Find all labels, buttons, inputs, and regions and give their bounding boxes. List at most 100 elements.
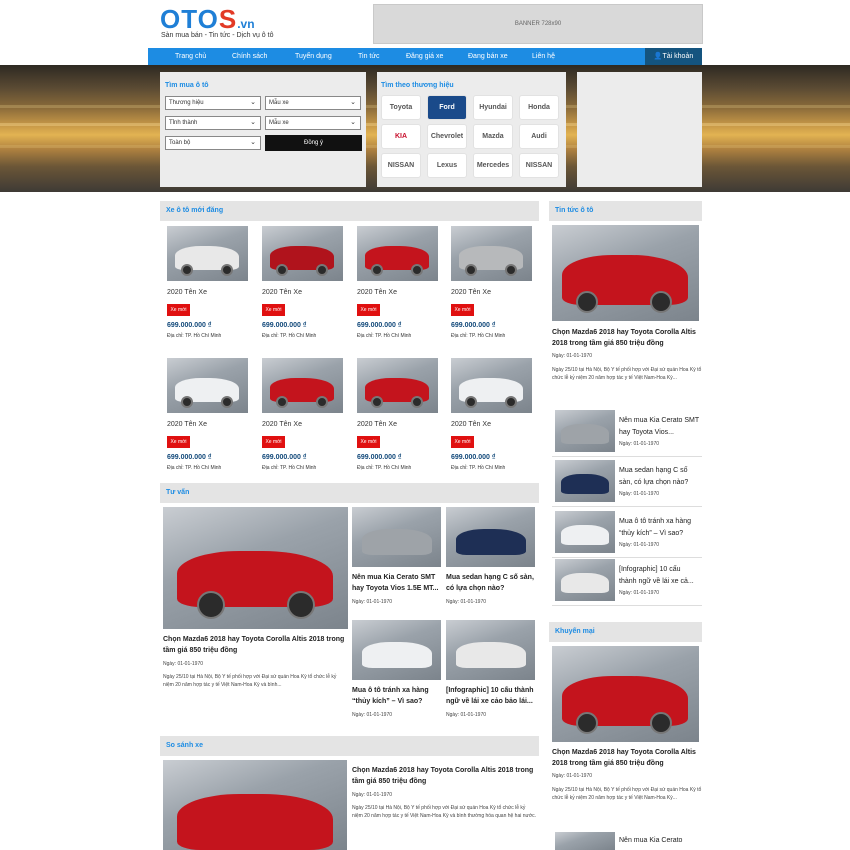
advice-item-date: Ngày: 01-01-1970 <box>352 712 393 718</box>
news-divider <box>552 506 702 507</box>
advice-item-image[interactable] <box>446 620 535 680</box>
brand-logo[interactable]: Toyota <box>381 95 421 120</box>
car-image[interactable] <box>262 358 343 413</box>
advice-item-title[interactable]: Mua ô tô tránh xa hàng “thủy kích” – Vì … <box>352 685 442 707</box>
nav-item[interactable]: Chính sách <box>232 48 267 65</box>
car-price: 699.000.000 ₫ <box>451 322 496 329</box>
news-item-title[interactable]: Mua ô tô tránh xa hàng “thủy kích” – Vì … <box>619 516 699 540</box>
wheel-shape <box>181 396 193 408</box>
new-badge: Xe mới <box>357 304 380 316</box>
car-image[interactable] <box>357 226 438 281</box>
new-badge: Xe mới <box>262 304 285 316</box>
promo-next-title[interactable]: Nên mua Kia Cerato <box>619 835 702 847</box>
advice-item-image[interactable] <box>352 620 441 680</box>
advice-item-image[interactable] <box>352 507 441 567</box>
scope-select[interactable]: Toàn bộ ⌄ <box>165 136 261 150</box>
compare-main-image[interactable] <box>163 760 347 850</box>
brand-logo[interactable]: Hyundai <box>473 95 513 120</box>
model-select[interactable]: Mẫu xe ⌄ <box>265 96 361 110</box>
wheel-shape <box>505 264 517 276</box>
car-body-shape <box>561 474 609 494</box>
car-price: 699.000.000 ₫ <box>357 454 402 461</box>
nav-item[interactable]: Trang chủ <box>175 48 206 65</box>
car-name[interactable]: 2020 Tên Xe <box>167 421 207 428</box>
car-image[interactable] <box>451 358 532 413</box>
news-item-title[interactable]: Mua sedan hạng C số sàn, có lựa chọn nào… <box>619 465 699 489</box>
car-name[interactable]: 2020 Tên Xe <box>262 289 302 296</box>
wheel-shape <box>221 396 233 408</box>
brand-logo[interactable]: NISSAN <box>381 153 421 178</box>
car-price: 699.000.000 ₫ <box>262 322 307 329</box>
news-item-image[interactable] <box>555 559 615 601</box>
model-select-2[interactable]: Mẫu xe ⌄ <box>265 116 361 130</box>
car-image[interactable] <box>262 226 343 281</box>
news-item-image[interactable] <box>555 511 615 553</box>
nav-item[interactable]: Tin tức <box>358 48 380 65</box>
account-button[interactable]: 👤Tài khoản <box>645 48 702 65</box>
news-main-image[interactable] <box>552 225 699 321</box>
news-item-date: Ngày: 01-01-1970 <box>619 542 660 548</box>
advice-item-title[interactable]: [Infographic] 10 cấu thành ngữ về lái xe… <box>446 685 536 707</box>
car-price: 699.000.000 ₫ <box>451 454 496 461</box>
wheel-shape <box>221 264 233 276</box>
site-logo[interactable]: OTOS.vn <box>160 4 255 35</box>
news-item-title[interactable]: Nên mua Kia Cerato SMT hay Toyota Vios..… <box>619 415 699 439</box>
news-divider <box>552 605 702 606</box>
car-image[interactable] <box>167 226 248 281</box>
brand-logo[interactable]: NISSAN <box>519 153 559 178</box>
brand-logo[interactable]: Ford <box>427 95 467 120</box>
nav-item[interactable]: Tuyển dụng <box>295 48 332 65</box>
car-body-shape <box>561 573 609 593</box>
news-item-title[interactable]: [Infographic] 10 cấu thành ngữ về lái xe… <box>619 564 699 588</box>
wheel-shape <box>465 264 477 276</box>
car-name[interactable]: 2020 Tên Xe <box>167 289 207 296</box>
car-image[interactable] <box>357 358 438 413</box>
car-name[interactable]: 2020 Tên Xe <box>451 421 491 428</box>
brand-logo[interactable]: KIA <box>381 124 421 149</box>
brand-logo[interactable]: Honda <box>519 95 559 120</box>
advice-main-date: Ngày: 01-01-1970 <box>163 661 204 667</box>
car-name[interactable]: 2020 Tên Xe <box>451 289 491 296</box>
brand-logo[interactable]: Lexus <box>427 153 467 178</box>
car-image[interactable] <box>167 358 248 413</box>
advice-main-image[interactable] <box>163 507 348 629</box>
nav-item[interactable]: Đang bán xe <box>468 48 508 65</box>
news-item-image[interactable] <box>555 410 615 452</box>
nav-item[interactable]: Đăng giá xe <box>406 48 443 65</box>
car-address: Địa chỉ: TP. Hồ Chí Minh <box>262 465 317 471</box>
advice-item-title[interactable]: Mua sedan hạng C số sàn, có lựa chọn nào… <box>446 572 536 594</box>
advice-main-excerpt: Ngày 25/10 tại Hà Nội, Bộ Y tế phối hợp … <box>163 674 337 688</box>
compare-main-title[interactable]: Chọn Mazda6 2018 hay Toyota Corolla Alti… <box>352 765 537 787</box>
car-name[interactable]: 2020 Tên Xe <box>262 421 302 428</box>
brand-logo[interactable]: Mazda <box>473 124 513 149</box>
promo-next-thumb[interactable] <box>555 832 615 850</box>
promo-main-title[interactable]: Chọn Mazda6 2018 hay Toyota Corolla Alti… <box>552 747 702 769</box>
city-select[interactable]: Tỉnh thành ⌄ <box>165 116 261 130</box>
ad-banner[interactable]: BANNER 728x90 <box>373 4 703 44</box>
advice-item-title[interactable]: Nên mua Kia Cerato SMT hay Toyota Vios 1… <box>352 572 442 594</box>
car-address: Địa chỉ: TP. Hồ Chí Minh <box>167 465 222 471</box>
car-body-shape <box>561 424 609 444</box>
news-main-title[interactable]: Chọn Mazda6 2018 hay Toyota Corolla Alti… <box>552 327 702 349</box>
brand-select[interactable]: Thương hiệu ⌄ <box>165 96 261 110</box>
car-name[interactable]: 2020 Tên Xe <box>357 421 397 428</box>
new-cars-header: Xe ô tô mới đăng <box>160 201 539 221</box>
advice-main-title[interactable]: Chọn Mazda6 2018 hay Toyota Corolla Alti… <box>163 634 348 656</box>
promo-main-date: Ngày: 01-01-1970 <box>552 773 593 779</box>
brand-logo[interactable]: Mercedes <box>473 153 513 178</box>
agree-button[interactable]: Đồng ý <box>265 135 362 151</box>
car-address: Địa chỉ: TP. Hồ Chí Minh <box>451 465 506 471</box>
brand-logo[interactable]: Audi <box>519 124 559 149</box>
car-image[interactable] <box>451 226 532 281</box>
new-badge: Xe mới <box>451 304 474 316</box>
news-item-image[interactable] <box>555 460 615 502</box>
advice-item-image[interactable] <box>446 507 535 567</box>
wheel-shape <box>181 264 193 276</box>
compare-header: So sánh xe <box>160 736 539 756</box>
brand-logo[interactable]: Chevrolet <box>427 124 467 149</box>
promo-main-image[interactable] <box>552 646 699 742</box>
car-name[interactable]: 2020 Tên Xe <box>357 289 397 296</box>
nav-item[interactable]: Liên hệ <box>532 48 555 65</box>
chevron-down-icon: ⌄ <box>350 119 356 126</box>
advice-item-date: Ngày: 01-01-1970 <box>352 599 393 605</box>
